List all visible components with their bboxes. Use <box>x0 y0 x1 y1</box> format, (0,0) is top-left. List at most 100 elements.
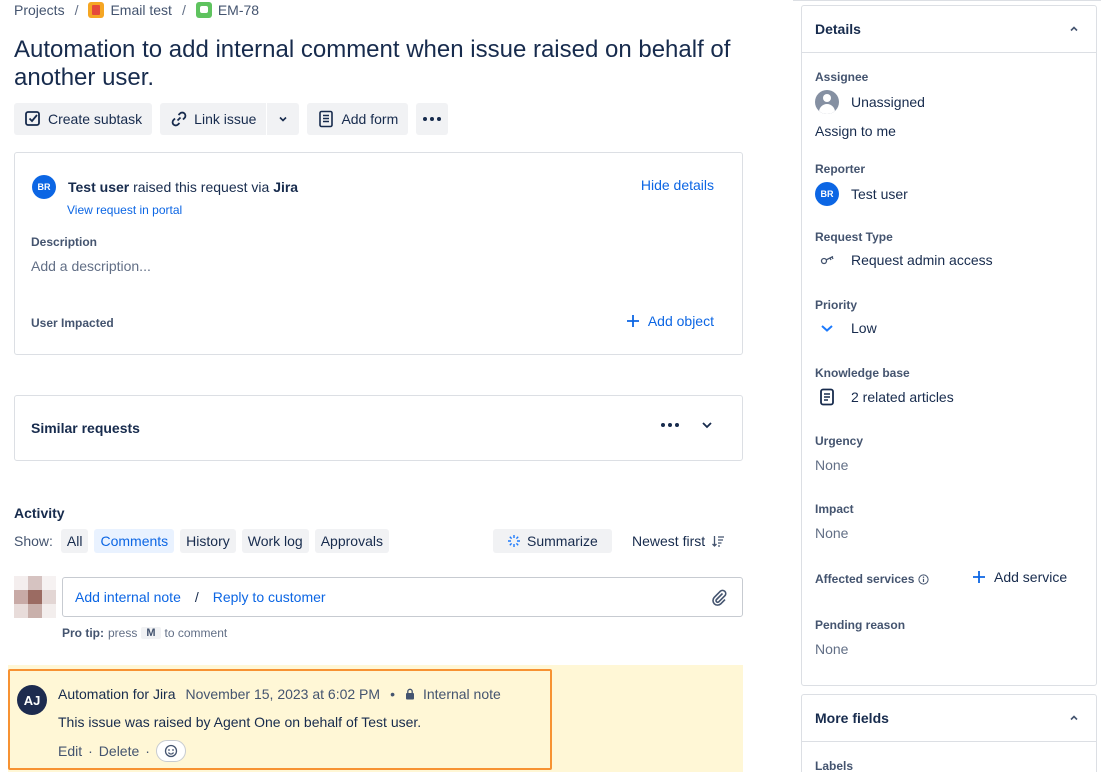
description-field[interactable]: Add a description... <box>31 258 151 274</box>
pro-tip-label: Pro tip: <box>62 626 104 640</box>
avatar: BR <box>815 182 839 206</box>
avatar[interactable]: AJ <box>17 685 47 715</box>
pending-reason-label: Pending reason <box>815 618 906 632</box>
add-service-label: Add service <box>994 569 1068 585</box>
knowledge-base-label: Knowledge base <box>815 366 910 380</box>
priority-value: Low <box>851 320 877 336</box>
issue-title[interactable]: Automation to add internal comment when … <box>14 36 734 92</box>
create-subtask-label: Create subtask <box>48 111 143 127</box>
pro-tip-press: press <box>108 626 138 640</box>
comment-author[interactable]: Automation for Jira <box>58 686 176 702</box>
attachment-icon[interactable] <box>710 588 728 606</box>
filter-approvals[interactable]: Approvals <box>314 529 389 553</box>
request-details-card: BR Test user raised this request via Jir… <box>14 152 743 355</box>
comment-actions: Edit · Delete · <box>58 740 186 762</box>
comment-header: Automation for Jira November 15, 2023 at… <box>58 686 501 702</box>
more-fields-header[interactable]: More fields <box>802 695 1096 742</box>
more-icon[interactable] <box>660 422 680 428</box>
similar-requests-title: Similar requests <box>31 420 140 436</box>
avatar[interactable]: BR <box>32 175 56 199</box>
details-header[interactable]: Details <box>802 6 1096 53</box>
similar-requests-actions <box>660 418 714 432</box>
breadcrumb-separator: / <box>74 2 79 18</box>
breadcrumb-projects[interactable]: Projects <box>14 2 65 18</box>
filter-all[interactable]: All <box>60 529 89 553</box>
breadcrumb: Projects / Email test / EM-78 <box>14 0 259 20</box>
impact-value[interactable]: None <box>815 525 848 541</box>
assignee-field[interactable]: Unassigned <box>815 90 925 114</box>
reply-to-customer-button[interactable]: Reply to customer <box>213 589 326 605</box>
priority-low-icon <box>821 325 833 332</box>
raised-text: raised this request via <box>133 179 270 195</box>
internal-note-label: Internal note <box>422 686 501 702</box>
breadcrumb-project[interactable]: Email test <box>88 2 172 18</box>
pro-tip: Pro tip: press M to comment <box>62 626 227 640</box>
breadcrumb-issue-key[interactable]: EM-78 <box>218 2 259 18</box>
show-label: Show: <box>14 533 53 549</box>
add-internal-note-button[interactable]: Add internal note <box>75 589 181 605</box>
delete-comment-button[interactable]: Delete <box>99 743 139 759</box>
info-icon[interactable] <box>918 573 929 585</box>
reporter-value: Test user <box>851 186 908 202</box>
hide-details-button[interactable]: Hide details <box>641 177 714 193</box>
chevron-down-icon[interactable] <box>700 418 714 432</box>
urgency-value[interactable]: None <box>815 457 848 473</box>
assign-to-me-link[interactable]: Assign to me <box>815 123 896 139</box>
unassigned-avatar <box>815 90 839 114</box>
edit-comment-button[interactable]: Edit <box>58 743 82 759</box>
summarize-label: Summarize <box>527 533 598 549</box>
filter-history[interactable]: History <box>180 529 236 553</box>
activity-filter-row: Show: All Comments History Work log Appr… <box>14 529 389 553</box>
add-form-button[interactable]: Add form <box>307 103 409 135</box>
create-subtask-button[interactable]: Create subtask <box>14 103 153 135</box>
article-icon <box>820 388 834 406</box>
request-type-field[interactable]: Request admin access <box>815 252 993 268</box>
details-panel: Details Assignee Unassigned Assign to me… <box>801 5 1097 686</box>
comment-composer[interactable]: Add internal note / Reply to customer <box>62 577 743 617</box>
more-actions-button[interactable] <box>416 103 449 135</box>
reporter-label: Reporter <box>815 162 866 176</box>
pending-reason-value[interactable]: None <box>815 641 848 657</box>
link-issue-dropdown-button[interactable] <box>267 103 300 135</box>
affected-services-label: Affected services <box>815 572 915 586</box>
labels-label: Labels <box>815 759 854 772</box>
priority-field[interactable]: Low <box>815 320 877 336</box>
subtask-icon <box>25 111 40 126</box>
lock-icon <box>405 688 414 700</box>
similar-requests-card[interactable]: Similar requests <box>14 395 743 461</box>
issue-type-icon <box>195 2 212 18</box>
urgency-label: Urgency <box>815 434 864 448</box>
filter-work-log[interactable]: Work log <box>241 529 309 553</box>
sidebar-divider <box>793 0 1101 1</box>
link-issue-label: Link issue <box>194 111 257 127</box>
current-user-avatar <box>14 576 56 618</box>
sort-order-button[interactable]: Newest first <box>632 529 725 553</box>
add-object-button[interactable]: Add object <box>626 313 714 329</box>
comment-date[interactable]: November 15, 2023 at 6:02 PM <box>186 686 381 702</box>
reporter-field[interactable]: BR Test user <box>815 182 908 206</box>
dot-separator: · <box>145 743 150 759</box>
key-icon <box>820 255 834 265</box>
breadcrumb-project-label[interactable]: Email test <box>110 2 171 18</box>
breadcrumb-issue[interactable]: EM-78 <box>195 2 259 18</box>
view-request-in-portal-link[interactable]: View request in portal <box>67 203 182 217</box>
comment-body: This issue was raised by Agent One on be… <box>58 714 422 730</box>
add-reaction-button[interactable] <box>155 740 186 762</box>
filter-comments[interactable]: Comments <box>94 529 175 553</box>
chevron-up-icon[interactable] <box>1068 712 1080 724</box>
chevron-up-icon[interactable] <box>1068 23 1080 35</box>
activity-heading: Activity <box>14 505 65 521</box>
knowledge-base-value: 2 related articles <box>851 389 954 405</box>
add-service-button[interactable]: Add service <box>972 569 1067 585</box>
link-issue-button[interactable]: Link issue <box>160 103 267 135</box>
add-form-label: Add form <box>341 111 399 127</box>
chevron-down-icon <box>279 116 288 122</box>
dot-separator: · <box>88 743 93 759</box>
add-object-label: Add object <box>647 313 714 329</box>
more-icon <box>423 117 442 121</box>
summarize-button[interactable]: Summarize <box>493 529 612 553</box>
link-icon <box>171 111 187 127</box>
knowledge-base-field[interactable]: 2 related articles <box>815 388 954 406</box>
sort-order-label: Newest first <box>632 533 706 549</box>
issue-toolbar: Create subtask Link issue Add form <box>14 103 449 135</box>
